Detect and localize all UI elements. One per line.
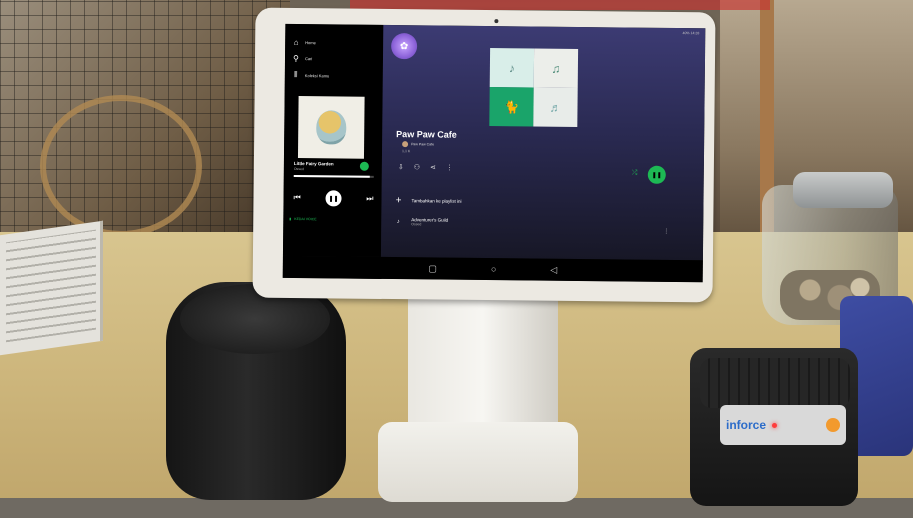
tablet-screen: ⌂ Home ⚲ Cari ⫴ Koleksi Kamu Little Fair… [282,23,706,283]
connected-device[interactable]: ▮ KEDAI VOICE [289,217,316,221]
cat-icon: 🐈 [489,87,534,127]
cover-quadrant-4: ♬ [533,87,578,127]
track-more-icon[interactable]: ⋮ [663,228,669,235]
previous-icon[interactable]: ⏮ [293,193,300,203]
avatar [402,141,409,148]
tip-jar-lid [793,172,893,208]
android-nav-bar: ▢ ○ ◁ [282,255,703,283]
plus-icon: + [395,195,402,207]
rattan-chair [40,95,202,237]
playlist-title: Paw Paw Cafe [396,129,457,140]
playlist-owner[interactable]: Paw Paw Cafe [402,141,435,148]
shuffle-icon[interactable]: ⤮ [632,170,638,178]
playlist-cover: ♪ ♫ 🐈 ♬ [489,48,579,127]
sidebar-item-label: Koleksi Kamu [304,72,330,78]
photo-scene: inforce ⌂ Home ⚲ Cari ⫴ Koleksi Kamu Lit… [0,0,913,518]
cover-quadrant-2: ♫ [533,48,579,88]
printer-front-panel: inforce [720,405,846,445]
share-icon[interactable]: ⋖ [430,163,436,171]
more-options-icon[interactable]: ⋮ [446,164,453,172]
notebook-rings [6,229,96,343]
music-note-icon: ♪ [396,218,400,225]
track-row[interactable]: ♪ Adventurer's Guild Ossed [393,217,448,227]
sidebar-item-library[interactable]: ⫴ Koleksi Kamu [291,70,330,80]
track-artist: Ossed [411,222,422,227]
status-bar: 40% 14:28 [682,31,700,36]
now-playing-artist[interactable]: Ossed [294,167,304,171]
recent-apps-icon[interactable]: ▢ [428,263,437,273]
home-button-icon[interactable]: ○ [491,264,497,274]
playback-progress-fill [293,175,370,178]
home-icon: ⌂ [293,38,299,48]
playback-controls: ⏮ ❚❚ ⏭ [293,190,374,207]
sidebar-item-label: Home [305,40,316,46]
owner-name: Paw Paw Cafe [411,142,435,147]
heart-icon[interactable] [359,161,369,171]
feed-button[interactable] [826,418,840,432]
playback-progress-bar[interactable] [293,175,374,178]
playlist-likes: 1,1 K [402,149,411,154]
camera-icon [494,19,499,24]
spotify-logo-icon: ✿ [390,33,418,60]
cover-artwork [316,110,347,145]
now-playing-title[interactable]: Little Fairy Garden [294,161,334,166]
playlist-actions: ⇩ ⚇ ⋖ ⋮ [398,163,453,172]
sidebar-item-home[interactable]: ⌂ Home [291,38,316,47]
back-icon[interactable]: ◁ [550,264,557,274]
playlist-view: 40% 14:28 ✿ ♪ ♫ 🐈 ♬ Paw Paw Cafe Paw Paw… [380,24,706,261]
sidebar-item-search[interactable]: ⚲ Cari [291,54,312,63]
device-label: KEDAI VOICE [294,217,317,222]
play-pause-button[interactable]: ❚❚ [647,165,666,184]
add-user-icon[interactable]: ⚇ [414,163,420,171]
search-icon: ⚲ [293,53,299,64]
sidebar-item-label: Cari [304,56,313,62]
tablet-stand-base [378,422,578,502]
library-icon: ⫴ [294,70,298,80]
spotify-sidebar: ⌂ Home ⚲ Cari ⫴ Koleksi Kamu Little Fair… [282,23,384,257]
tablet-device: ⌂ Home ⚲ Cari ⫴ Koleksi Kamu Little Fair… [252,7,716,303]
pause-button[interactable]: ❚❚ [325,190,342,207]
now-playing-cover[interactable] [297,96,365,159]
row-title: Tambahkan ke playlist ini [411,198,462,204]
speaker-icon: ▮ [289,216,292,221]
cover-quadrant-1: ♪ [489,48,535,88]
download-icon[interactable]: ⇩ [398,163,404,171]
printer-top [700,358,850,408]
power-led-icon [772,422,778,428]
next-icon[interactable]: ⏭ [366,194,373,204]
add-to-playlist-row[interactable]: + Tambahkan ke playlist ini [393,195,462,207]
printer-brand-label: inforce [726,418,767,432]
